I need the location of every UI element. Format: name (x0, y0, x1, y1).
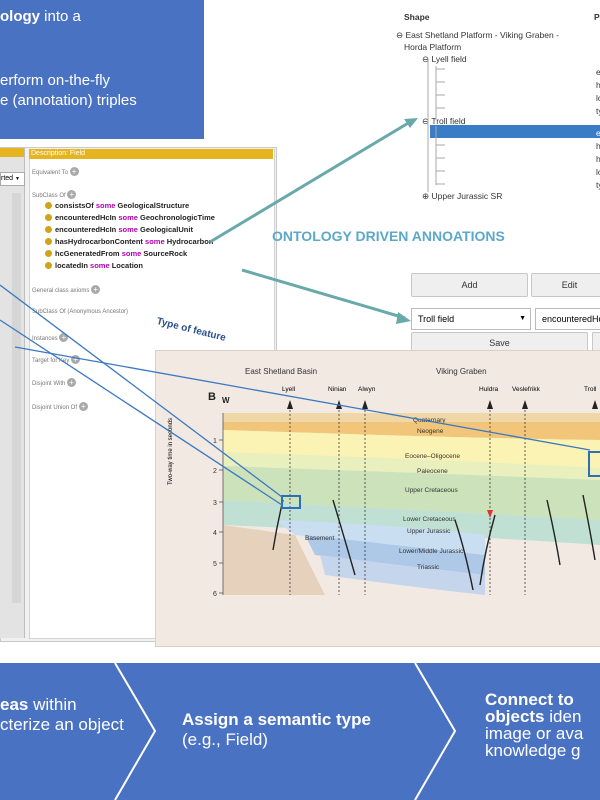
arrowhead-icon (396, 312, 411, 324)
step2-line2: (e.g., Field) (182, 730, 268, 749)
step3-line4: knowledge g (485, 741, 581, 760)
step1-line2: cterize an object (0, 715, 124, 734)
step1-line1: eas within (0, 695, 77, 714)
step2-line1: Assign a semantic type (182, 710, 371, 729)
